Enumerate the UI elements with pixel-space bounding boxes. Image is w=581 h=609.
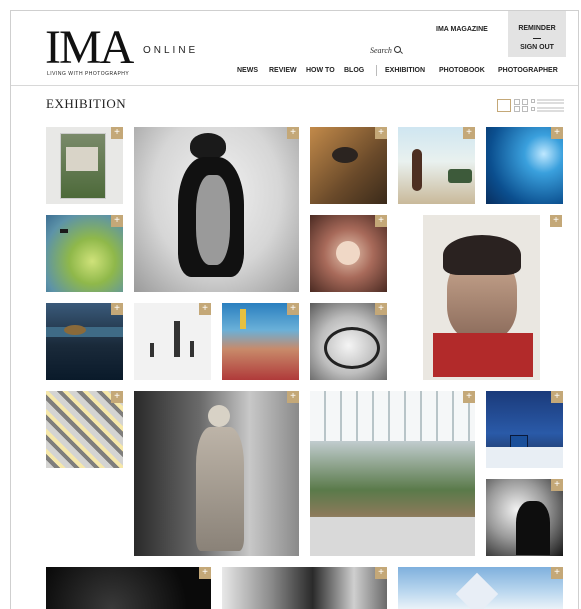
add-plus-button[interactable]: + [375,215,387,227]
body-shape [324,327,380,369]
search-button[interactable]: Search [370,46,401,55]
add-plus-button[interactable]: + [463,391,475,403]
car-shape [448,169,472,183]
add-plus-button[interactable]: + [551,127,563,139]
exhibition-tile[interactable]: + [222,303,299,380]
nav-news[interactable]: NEWS [237,67,258,74]
exhibition-tile[interactable]: + [486,127,563,204]
add-plus-button[interactable]: + [287,391,299,403]
exhibition-tile[interactable]: + [46,391,123,468]
nav-exhibition[interactable]: EXHIBITION [385,67,425,74]
house-shape [66,147,98,171]
add-plus-button[interactable]: + [375,303,387,315]
exhibition-tile[interactable]: + [222,567,387,609]
nav-photographer[interactable]: PHOTOGRAPHER [498,67,558,74]
exhibition-tile[interactable]: + [486,479,563,556]
exhibition-tile[interactable]: + [398,127,475,204]
reminder-link[interactable]: REMINDER [508,25,566,32]
add-plus-button[interactable]: + [287,127,299,139]
exhibition-tile[interactable]: + [486,391,563,468]
logo[interactable]: IMA [45,24,134,72]
exhibition-tile[interactable]: + [46,127,123,204]
add-plus-button[interactable]: + [375,567,387,579]
floor-shape [310,517,475,556]
add-plus-button[interactable]: + [287,303,299,315]
nav-review[interactable]: REVIEW [269,67,297,74]
exhibition-tile[interactable]: + [46,303,123,380]
hat-shape [190,133,226,159]
silhouette-shape [516,501,550,555]
turtle-shape [64,325,86,335]
figure-shape [174,321,180,357]
page-frame: IMA LIVING WITH PHOTOGRAPHY ONLINE IMA M… [10,10,579,609]
add-plus-button[interactable]: + [551,391,563,403]
add-plus-button[interactable]: + [550,215,562,227]
add-plus-button[interactable]: + [199,567,211,579]
add-plus-button[interactable]: + [199,303,211,315]
add-plus-button[interactable]: + [111,215,123,227]
account-box: REMINDER SIGN OUT [508,11,566,57]
logo-tagline: LIVING WITH PHOTOGRAPHY [47,71,130,77]
snow-shape [486,447,563,468]
eye-shape [332,147,358,163]
portrait-hair [443,235,521,275]
woman-head [208,405,230,427]
crystal-shape [455,572,499,609]
logo-online: ONLINE [143,45,199,56]
nav-how-to[interactable]: HOW TO [306,67,335,74]
exhibition-tile[interactable]: + [46,567,211,609]
add-plus-button[interactable]: + [111,127,123,139]
list-view-icon[interactable] [531,99,565,112]
exhibition-tile[interactable]: + [398,567,563,609]
add-plus-button[interactable]: + [111,391,123,403]
exhibition-tile[interactable]: + [310,127,387,204]
add-plus-button[interactable]: + [463,127,475,139]
nav-divider [376,65,377,76]
exhibition-tile[interactable]: + [134,127,299,292]
search-label: Search [370,46,392,55]
exhibition-tile[interactable]: + [46,215,123,292]
large-grid-view-icon[interactable] [497,99,511,112]
exhibition-tile[interactable]: + [134,391,299,556]
small-grid-view-icon[interactable] [514,99,528,112]
exhibition-tile[interactable]: + [310,303,387,380]
figure-shape [412,149,422,191]
nav-photobook[interactable]: PHOTOBOOK [439,67,485,74]
search-icon [393,46,401,53]
figure-shape [190,341,194,357]
add-plus-button[interactable]: + [375,127,387,139]
red-garment [433,333,533,377]
bird-shape [60,229,68,233]
exhibition-tile[interactable]: + [310,391,475,556]
page-title: EXHIBITION [46,96,127,111]
lace-back-shape [196,175,230,265]
add-plus-button[interactable]: + [111,303,123,315]
exhibition-tile[interactable]: + [310,215,387,292]
flag-shape [240,309,246,329]
kaleidoscope-center [336,241,360,265]
woman-dress [196,427,244,551]
add-plus-button[interactable]: + [551,567,563,579]
figure-shape [150,343,154,357]
account-divider [533,38,541,39]
greenhouse-roof [310,391,475,441]
exhibition-tile[interactable] [423,215,540,380]
sign-out-link[interactable]: SIGN OUT [508,44,566,51]
ima-magazine-link[interactable]: IMA MAGAZINE [436,26,488,33]
nav-blog[interactable]: BLOG [344,67,364,74]
site-header: IMA LIVING WITH PHOTOGRAPHY ONLINE IMA M… [11,11,578,86]
exhibition-tile[interactable]: + [134,303,211,380]
add-plus-button[interactable]: + [551,479,563,491]
